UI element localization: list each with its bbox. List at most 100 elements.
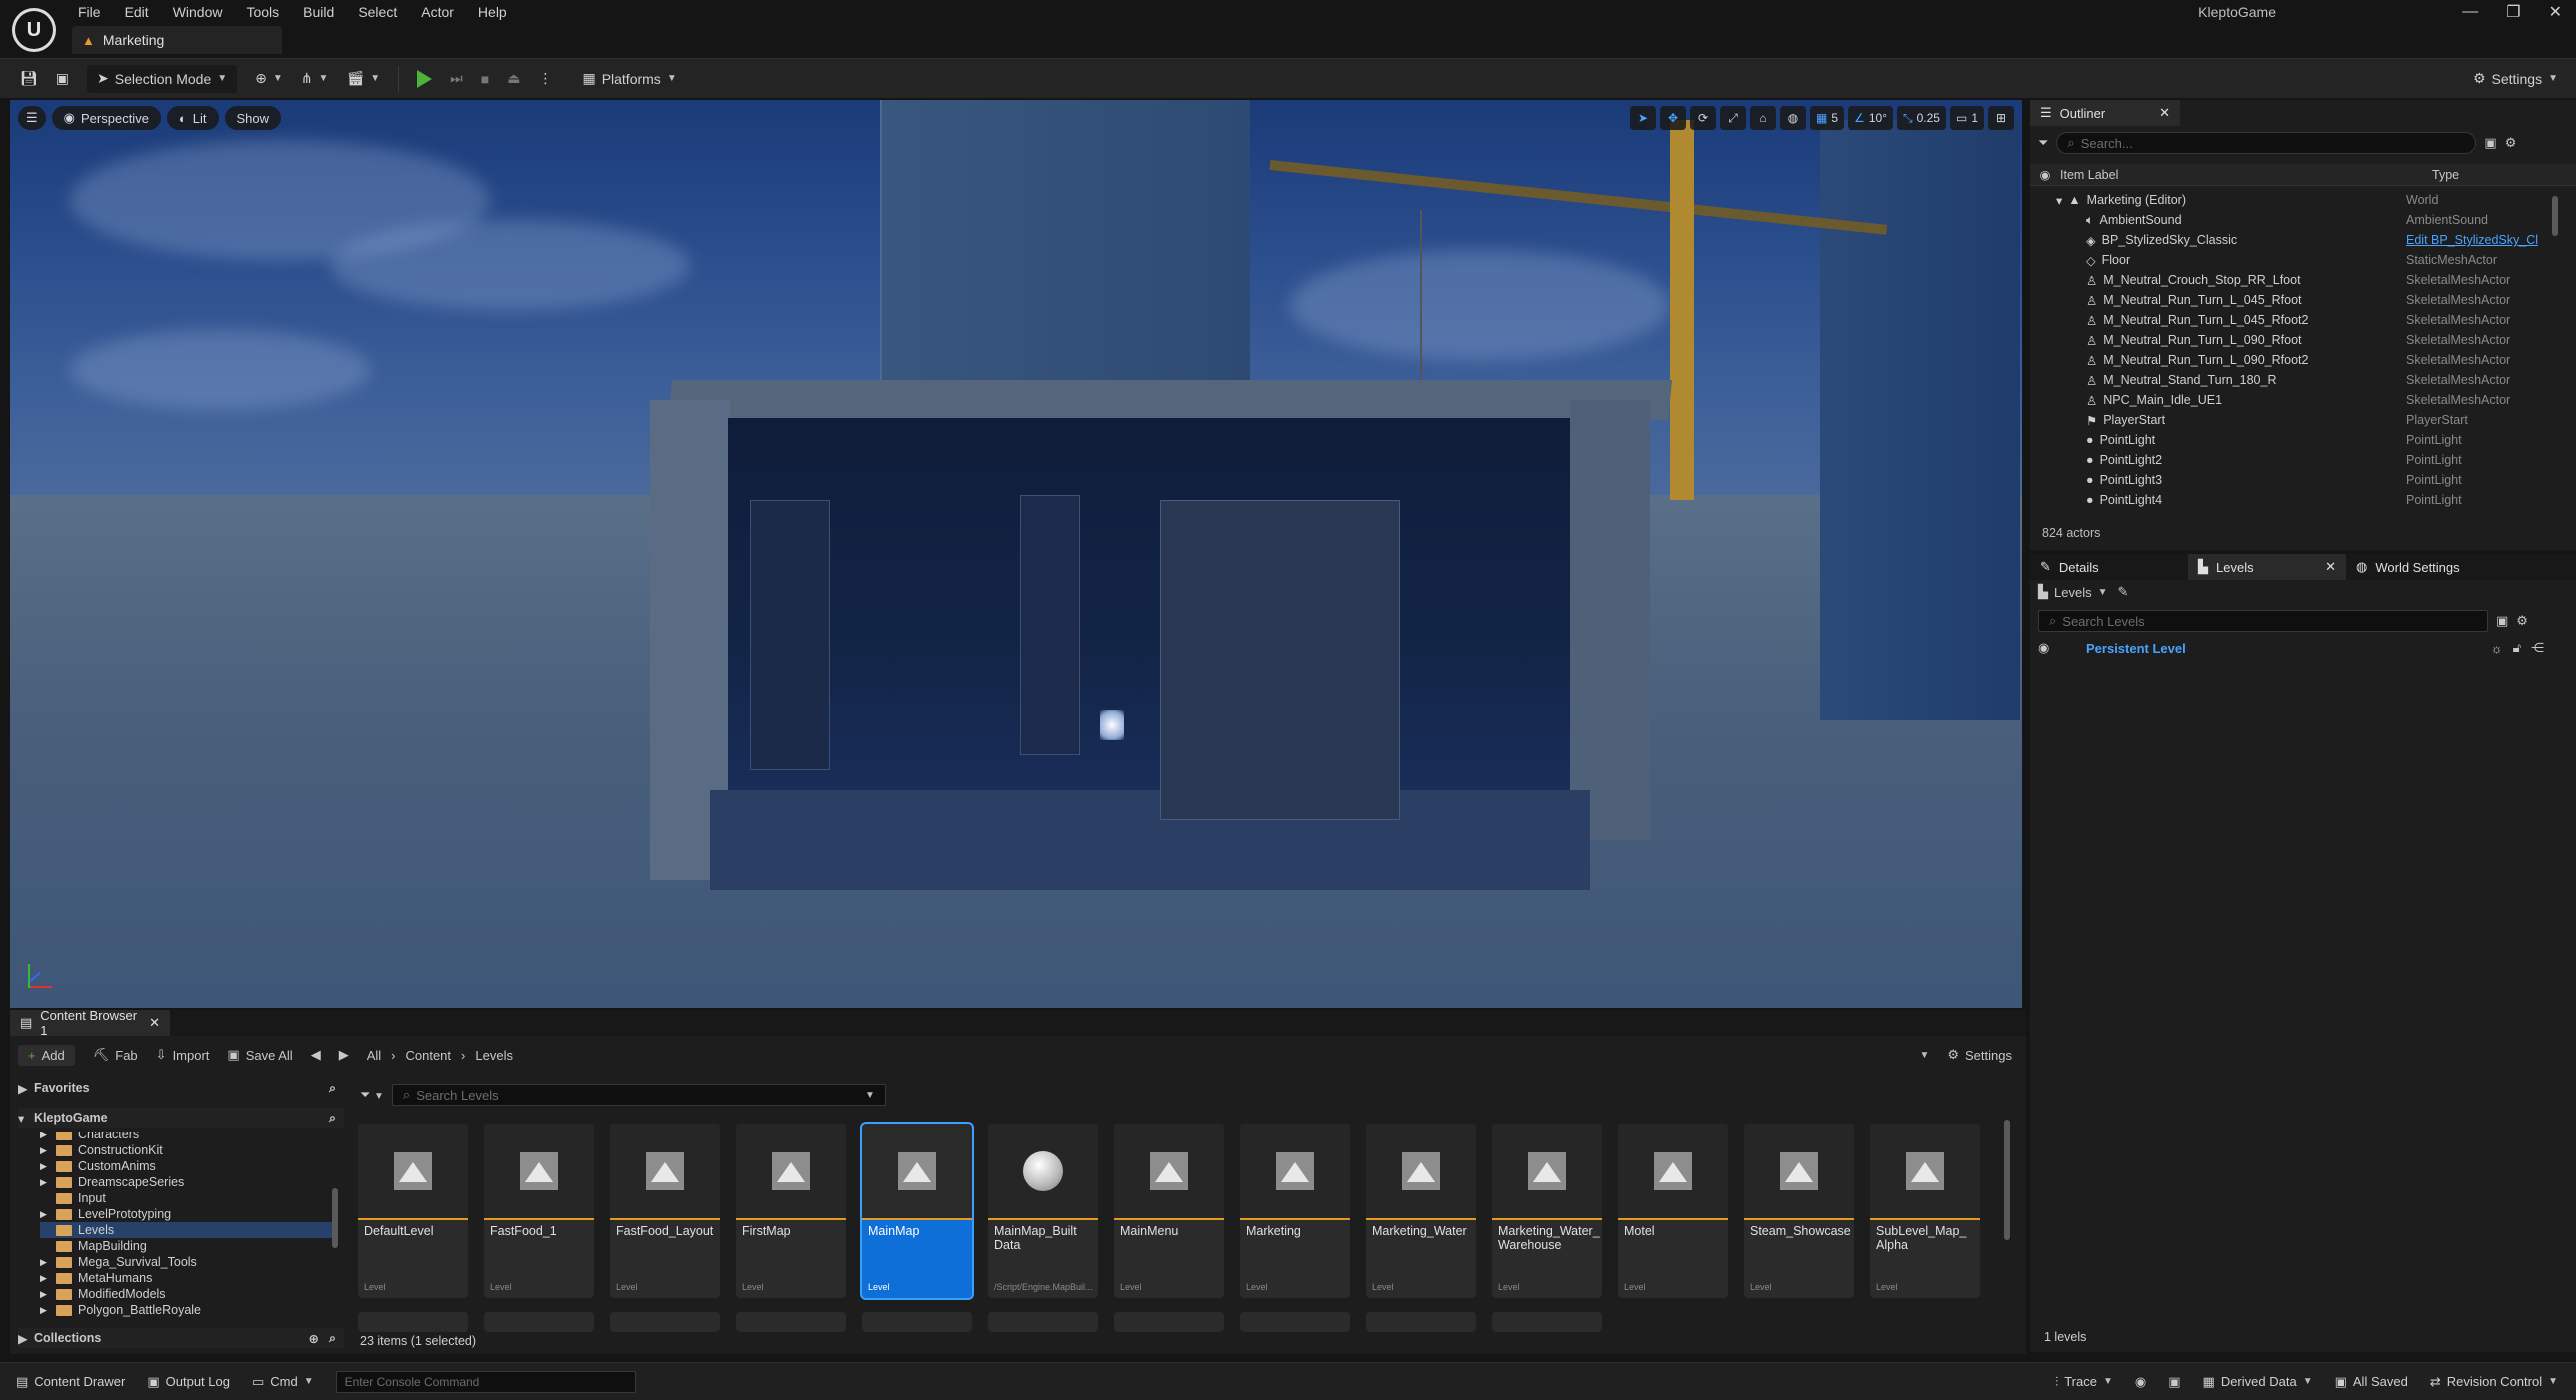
outliner-row[interactable]: ● PointLight4 PointLight: [2030, 490, 2576, 510]
tree-folder[interactable]: ▶ DreamscapeSeries: [40, 1174, 338, 1190]
persistent-level-row[interactable]: ◉ Persistent Level ☼ 🔓︎ ⋲: [2038, 638, 2568, 658]
play-options-icon[interactable]: ⋮: [538, 65, 552, 93]
column-item-label[interactable]: Item Label: [2060, 168, 2432, 182]
add-folder-icon[interactable]: ▣: [2484, 135, 2496, 151]
advance-frame-icon[interactable]: ⏭: [450, 65, 463, 93]
menu-file[interactable]: File: [66, 0, 113, 24]
lock-icon[interactable]: 🔓︎: [2513, 640, 2521, 656]
gear-icon[interactable]: ⚙: [2516, 613, 2528, 629]
tree-folder[interactable]: ▶ Mega_Survival_Tools: [40, 1254, 338, 1270]
back-icon[interactable]: ◀: [311, 1047, 321, 1063]
translate-tool-icon[interactable]: ✥: [1660, 106, 1687, 130]
asset-tile-partial[interactable]: [1114, 1312, 1224, 1332]
outliner-row-world[interactable]: ▾ ▲ Marketing (Editor) World: [2030, 190, 2576, 210]
asset-search-input[interactable]: ⌕ Search Levels ▼: [391, 1084, 886, 1106]
favorites-header[interactable]: ▶ Favorites ⌕: [18, 1078, 344, 1098]
asset-tile[interactable]: MainMenu Level: [1114, 1124, 1224, 1298]
menu-build[interactable]: Build: [291, 0, 346, 24]
gear-icon[interactable]: ⚙: [2505, 135, 2517, 151]
tree-folder[interactable]: ▶ ModifiedModels: [40, 1286, 338, 1302]
asset-tile-partial[interactable]: [610, 1312, 720, 1332]
menu-edit[interactable]: Edit: [113, 0, 161, 24]
tree-folder[interactable]: ▶ CustomAnims: [40, 1158, 338, 1174]
eject-icon[interactable]: ⏏: [507, 65, 520, 93]
tab-levels[interactable]: ▙ Levels ✕: [2188, 554, 2346, 580]
layout-icon[interactable]: ⊞: [1988, 106, 2014, 130]
trace-dropdown[interactable]: ⫶ Trace ▼: [2055, 1374, 2113, 1390]
revision-control-dropdown[interactable]: ⇄ Revision Control ▼: [2430, 1374, 2558, 1390]
show-button[interactable]: Show: [224, 106, 282, 130]
close-tab-icon[interactable]: ✕: [149, 1015, 160, 1031]
lit-button[interactable]: ◐ Lit: [166, 106, 219, 130]
console-command-input[interactable]: Enter Console Command: [335, 1370, 636, 1393]
asset-tile[interactable]: Marketing_Water_ Warehouse Level: [1492, 1124, 1602, 1298]
unreal-logo-icon[interactable]: U: [12, 8, 56, 52]
asset-tile-partial[interactable]: [1492, 1312, 1602, 1332]
tree-folder[interactable]: ▶ ConstructionKit: [40, 1142, 338, 1158]
asset-tile[interactable]: MainMap_Built Data/Script/Engine.MapBuil…: [988, 1124, 1098, 1298]
cinematics-icon[interactable]: 🎬︎ ▼: [346, 65, 380, 93]
tree-folder[interactable]: ▶ Polygon_BattleRoyale: [40, 1302, 338, 1318]
outliner-row[interactable]: ⚑ PlayerStart PlayerStart: [2030, 410, 2576, 430]
record-icon[interactable]: ◉: [2135, 1374, 2146, 1390]
outliner-row[interactable]: ♙ M_Neutral_Crouch_Stop_RR_Lfoot SkeletalM…: [2030, 270, 2576, 290]
rotate-tool-icon[interactable]: ⟳: [1690, 106, 1717, 130]
asset-tile-partial[interactable]: [1240, 1312, 1350, 1332]
menu-window[interactable]: Window: [161, 0, 235, 24]
minimize-button[interactable]: —: [2462, 3, 2478, 21]
collections-header[interactable]: ▶ Collections ⊕ ⌕: [18, 1328, 344, 1348]
outliner-row[interactable]: ◇ Floor StaticMeshActor: [2030, 250, 2576, 270]
save-all-button[interactable]: ▣ Save All: [227, 1047, 292, 1063]
asset-tile[interactable]: DefaultLevel Level: [358, 1124, 468, 1298]
visibility-icon[interactable]: ◉: [2030, 167, 2060, 182]
select-tool-icon[interactable]: ➤: [1630, 106, 1657, 130]
tab-details[interactable]: ✎ Details: [2030, 554, 2188, 580]
scale-snap-button[interactable]: ⤡ 0.25: [1897, 106, 1946, 130]
platforms-dropdown[interactable]: ▦ Platforms ▼: [582, 65, 676, 93]
menu-help[interactable]: Help: [466, 0, 519, 24]
all-saved-button[interactable]: ▣ All Saved: [2335, 1374, 2408, 1390]
selection-mode-dropdown[interactable]: ➤ Selection Mode ▼: [87, 64, 238, 93]
chevron-down-icon[interactable]: ▼: [865, 1090, 875, 1101]
folder-tree-scrollbar[interactable]: [332, 1188, 338, 1248]
outliner-row[interactable]: ● PointLight2 PointLight: [2030, 450, 2576, 470]
outliner-row[interactable]: ♙ M_Neutral_Stand_Turn_180_R SkeletalMeshA…: [2030, 370, 2576, 390]
outliner-row[interactable]: ♙ NPC_Main_Idle_UE1 SkeletalMeshActor: [2030, 390, 2576, 410]
levels-dropdown[interactable]: ▙ Levels ▼: [2038, 584, 2107, 600]
asset-tile-partial[interactable]: [862, 1312, 972, 1332]
restore-button[interactable]: ❐: [2506, 2, 2520, 22]
add-folder-icon[interactable]: ▣: [2496, 613, 2508, 629]
asset-tile-partial[interactable]: [358, 1312, 468, 1332]
blueprint-icon[interactable]: ⋔ ▼: [301, 65, 329, 93]
asset-grid-scrollbar[interactable]: [2004, 1120, 2010, 1240]
asset-tile[interactable]: Marketing_Water Level: [1366, 1124, 1476, 1298]
filter-icon[interactable]: ⏷: [2038, 135, 2048, 151]
add-actor-icon[interactable]: ⊕ ▼: [255, 65, 283, 93]
cmd-dropdown[interactable]: ▭ Cmd ▼: [252, 1374, 314, 1390]
asset-tile-partial[interactable]: [736, 1312, 846, 1332]
menu-actor[interactable]: Actor: [409, 0, 466, 24]
outliner-row[interactable]: ♙ M_Neutral_Run_Turn_L_090_Rfoot2 Skeletal…: [2030, 350, 2576, 370]
asset-tile-partial[interactable]: [484, 1312, 594, 1332]
rotation-snap-button[interactable]: ∠ 10°: [1848, 106, 1893, 130]
tab-outliner[interactable]: ☰ Outliner ✕: [2030, 100, 2180, 126]
project-root-header[interactable]: ▾ KleptoGame ⌕: [18, 1108, 344, 1128]
tree-folder-selected[interactable]: Levels: [40, 1222, 338, 1238]
outliner-row[interactable]: ◈ BP_StylizedSky_Classic Edit BP_StylizedS…: [2030, 230, 2576, 250]
forward-icon[interactable]: ▶: [339, 1047, 349, 1063]
search-icon[interactable]: ⌕: [329, 1111, 336, 1126]
filter-icon[interactable]: ⏷ ▼: [360, 1087, 384, 1103]
world-space-icon[interactable]: ◍: [1780, 106, 1807, 130]
stop-icon[interactable]: ■: [481, 65, 489, 93]
expand-arrow-icon[interactable]: ▾: [2056, 193, 2062, 208]
menu-select[interactable]: Select: [346, 0, 409, 24]
tree-folder[interactable]: ▶ LevelPrototyping: [40, 1206, 338, 1222]
breadcrumb-levels[interactable]: Levels: [475, 1048, 513, 1063]
document-tab-marketing[interactable]: ▲ Marketing: [72, 26, 282, 54]
add-button[interactable]: + Add: [18, 1044, 75, 1066]
asset-tile[interactable]: FastFood_Layout Level: [610, 1124, 720, 1298]
play-icon[interactable]: [417, 65, 433, 93]
viewport-options-button[interactable]: ☰: [18, 106, 46, 130]
asset-tile[interactable]: FastFood_1 Level: [484, 1124, 594, 1298]
outliner-scrollbar[interactable]: [2552, 196, 2558, 236]
